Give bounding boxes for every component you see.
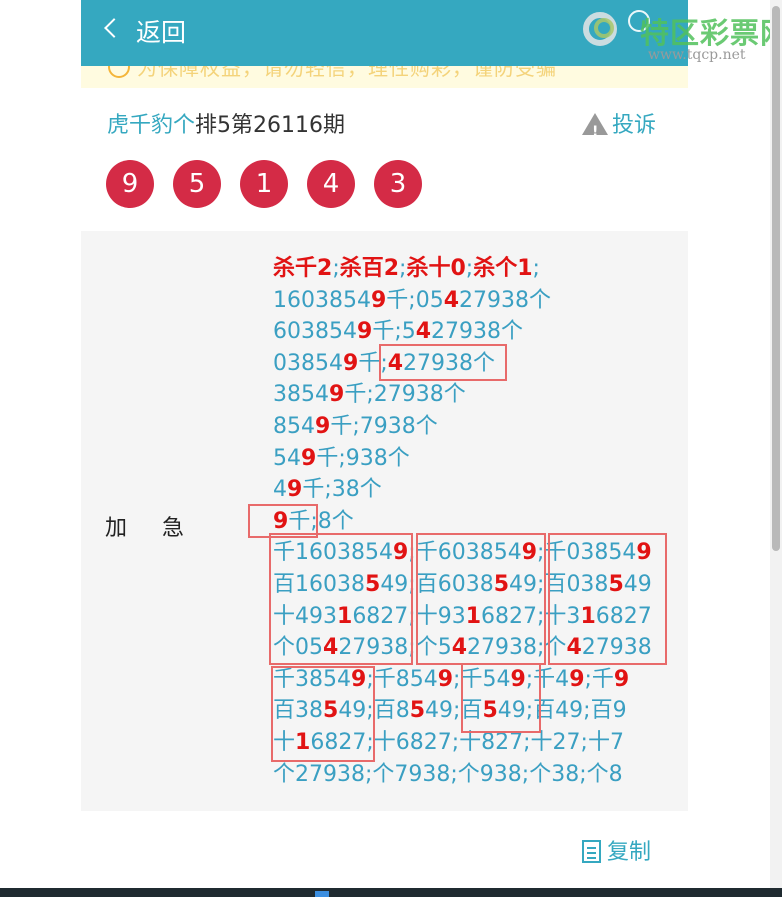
highlight-box [461,663,541,733]
highlight-box [269,533,413,665]
post-title: 虎千豹个排5第26116期 [107,111,345,141]
prediction-card: 加急 杀千2;杀百2;杀十0;杀个1; 16038549千;05427938个 6… [81,231,688,811]
highlight-box [416,533,546,665]
watermark-site-name: 特区彩票网 [640,16,782,50]
number-ball: 9 [106,160,154,208]
prediction-line: 8549千;7938个 [273,411,652,443]
line-text: 27938个 [431,319,524,345]
kill-token: 杀千2 [273,256,333,281]
highlight-box [548,533,667,665]
line-text: 54 [273,445,301,471]
number-ball: 3 [374,160,422,208]
report-button[interactable]: 投诉 [582,111,657,147]
line-text: ;千854 [366,666,438,692]
highlight-box [379,344,507,381]
prediction-line: 49千;38个 [273,474,652,506]
draw-number-balls: 9 5 1 4 3 [106,160,441,208]
prediction-line: 个27938;个7938;个938;个38;个8 [273,759,652,791]
warning-icon [582,113,608,147]
watermark-url: www.tqcp.net [648,47,746,63]
separator: ; [332,256,340,281]
line-text: 千;38个 [302,477,382,503]
line-text: 27938个 [459,287,552,313]
line-text: 160385 [273,287,357,313]
prediction-line: 16038549千;05427938个 [273,285,652,317]
highlight-digit: 9 [569,666,585,692]
notice-text: 为保障权益，请勿轻信，理性购彩，谨防受骗 [137,66,557,80]
highlight-digit: 9 [357,319,373,345]
line-text: ;千 [584,666,614,692]
line-text: 3854 [273,382,329,408]
line-text: 4 [343,319,357,345]
copy-icon [582,840,601,863]
highlight-digit: 9 [437,666,454,692]
highlight-digit: 4 [443,287,460,313]
number-ball: 5 [173,160,221,208]
category-label: 加急 [105,516,220,541]
issue-label: 排5第26116期 [195,113,345,138]
separator: ; [532,256,540,281]
highlight-digit: 5 [409,698,426,724]
watermark-logo-inner-icon [594,18,614,38]
kill-line: 杀千2;杀百2;杀十0;杀个1; [273,253,652,285]
notice-banner: 为保障权益，请勿轻信，理性购彩，谨防受骗 [81,66,688,88]
scrollbar-thumb[interactable] [772,6,780,551]
line-text: 4 [273,477,287,503]
highlight-digit: 9 [287,477,303,503]
chevron-left-icon[interactable] [104,18,124,38]
highlight-digit: 9 [301,445,317,471]
line-text: 千;938个 [316,445,410,471]
highlight-digit: 9 [613,666,630,692]
kill-token: 杀百2 [339,256,400,281]
line-text: 4 [356,287,371,313]
line-text: 千;5 [372,319,416,345]
copy-button[interactable]: 复制 [582,838,651,868]
line-text: 60385 [273,319,343,345]
taskbar-app-icon[interactable] [315,891,329,897]
prediction-line: 38549千;27938个 [273,379,652,411]
line-text: 个27938;个7938;个938;个38;个8 [273,761,623,787]
taskbar [0,888,782,897]
highlight-digit: 4 [415,319,432,345]
back-button[interactable]: 返回 [136,15,186,51]
highlight-box [271,666,375,762]
number-ball: 4 [307,160,355,208]
author-link[interactable]: 虎千豹个 [107,113,195,138]
info-icon [108,66,130,78]
copy-label: 复制 [607,840,652,865]
report-label: 投诉 [612,113,657,138]
line-text: 03854 [273,350,343,376]
highlight-digit: 9 [370,287,387,313]
highlight-digit: 9 [343,350,359,376]
kill-token: 杀个1 [473,256,533,281]
line-text: 854 [273,413,315,439]
line-text: 千;05 [386,287,444,313]
line-text: 千;7938个 [330,413,438,439]
highlight-digit: 9 [315,413,331,439]
prediction-line: 549千;938个 [273,443,652,475]
line-text: 千;27938个 [344,382,466,408]
number-ball: 1 [240,160,288,208]
highlight-digit: 9 [329,382,345,408]
kill-token: 杀十0 [406,256,466,281]
